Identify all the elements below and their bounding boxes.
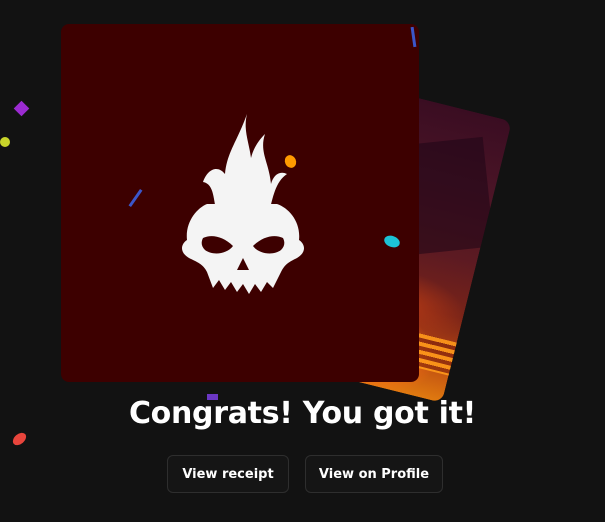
item-card [61, 24, 419, 382]
confetti-diamond [13, 100, 30, 117]
view-receipt-button[interactable]: View receipt [167, 455, 289, 493]
purchase-success-screen: Congrats! You got it! View receipt View … [0, 0, 605, 522]
flaming-skull-icon [182, 114, 304, 294]
view-on-profile-button[interactable]: View on Profile [305, 455, 443, 493]
success-title: Congrats! You got it! [128, 396, 477, 431]
confetti-dot [0, 137, 10, 147]
confetti-dot [10, 430, 29, 448]
